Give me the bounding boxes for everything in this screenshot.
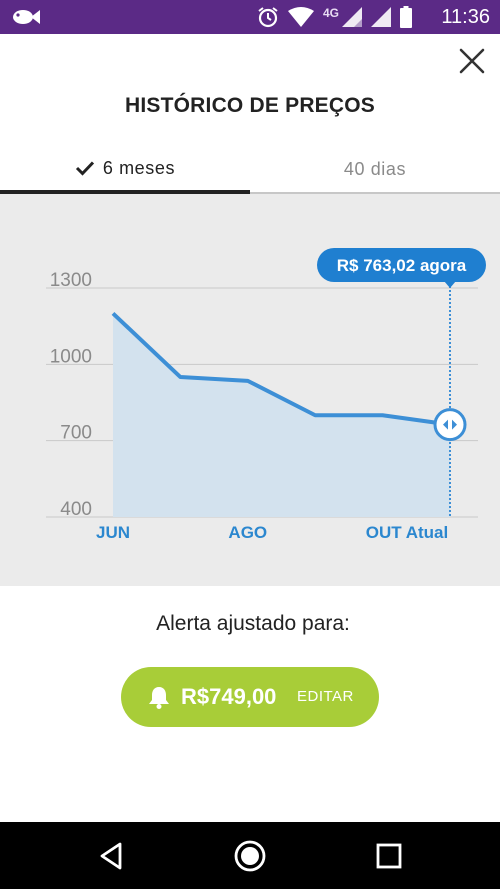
status-clock: 11:36 (441, 6, 490, 28)
fish-icon (13, 10, 40, 24)
alert-label: Alerta ajustado para: (156, 612, 350, 635)
y-tick-label: 1000 (50, 346, 92, 367)
chart-svg: 1300 1000 700 400JUN AGO OUT Atual R$ 763,02 a… (46, 248, 486, 542)
current-point-handle (433, 408, 467, 442)
alert-price: R$749,00 (181, 684, 277, 709)
x-tick-label: AGO (228, 523, 267, 542)
recents-icon[interactable] (369, 836, 409, 876)
cell-signal-icon (342, 7, 362, 27)
price-history-chart: 1300 1000 700 400 JUN AGO OUT Atual R$ 763,02 a… (0, 194, 500, 586)
close-icon[interactable] (455, 44, 489, 78)
status-bar: 4G 11:36 (0, 0, 500, 34)
wifi-icon (287, 7, 314, 27)
alert-edit-button[interactable]: R$749,00 EDITAR (121, 667, 379, 727)
screen: 4G 11:36 HISTÓRICO DE PREÇOS 6 meses 40 … (0, 0, 500, 889)
tab-label: 40 dias (343, 158, 407, 179)
cell-signal-icon (371, 7, 391, 27)
period-tabs: 6 meses 40 dias (0, 146, 500, 194)
check-icon (75, 160, 95, 176)
tooltip-pointer (444, 281, 456, 288)
bell-icon (149, 687, 169, 709)
y-tick-label: 400 (60, 499, 92, 520)
x-tick-label: OUT Atual (366, 523, 448, 542)
edit-label: EDITAR (297, 688, 354, 705)
y-tick-label: 700 (60, 423, 92, 444)
back-icon[interactable] (91, 836, 131, 876)
series-area (113, 313, 450, 517)
x-tick-label: JUN (96, 523, 130, 542)
nav-bar (0, 822, 500, 889)
status-icons: 4G (257, 6, 412, 28)
home-icon[interactable] (230, 836, 270, 876)
battery-icon (400, 6, 412, 28)
network-type-label: 4G (322, 6, 339, 20)
tab-6-meses[interactable]: 6 meses (0, 146, 250, 194)
page-title: HISTÓRICO DE PREÇOS (125, 94, 375, 117)
y-tick-label: 1300 (50, 270, 92, 291)
current-price-label: R$ 763,02 agora (337, 256, 467, 275)
tab-40-dias[interactable]: 40 dias (250, 146, 500, 194)
alarm-icon (258, 7, 278, 28)
tab-label: 6 meses (102, 157, 176, 178)
